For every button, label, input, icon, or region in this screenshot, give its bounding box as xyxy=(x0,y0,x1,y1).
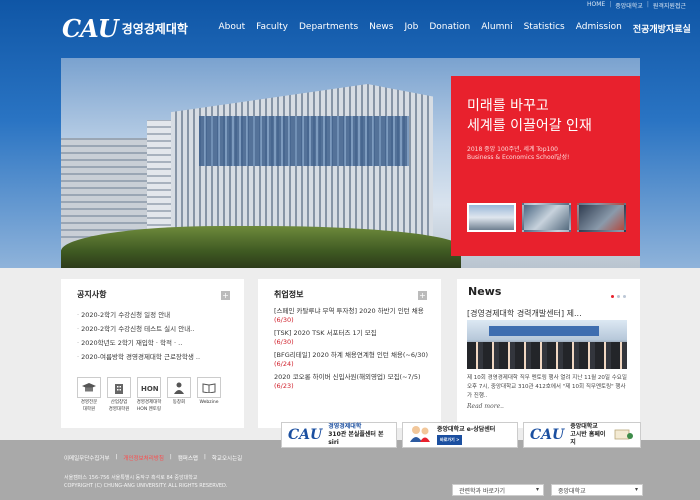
shortcut-tag: 바로가기 > xyxy=(437,434,463,445)
notice-item[interactable]: 2020-여름방학 경영경제대학 근로장학생 .. xyxy=(77,350,200,364)
college-name: 경영경제대학 xyxy=(121,22,188,36)
utility-links: HOME | 중앙대학교 | 원격지원접근 xyxy=(587,1,686,10)
main-nav: About Faculty Departments News Job Donat… xyxy=(213,22,696,35)
job-title: 취업정보 xyxy=(274,290,304,299)
graduation-cap-icon xyxy=(77,377,101,398)
pager-dot[interactable] xyxy=(617,295,620,298)
nav-alumni[interactable]: Alumni xyxy=(476,22,518,35)
related-dept-select[interactable]: 관련학과 바로가기 ▾ xyxy=(452,484,544,496)
news-body: 제 10회 경영경제대학 직무 멘토링 행사 열려 지난 11월 20일 수요일… xyxy=(467,375,627,399)
hero-thumb-2[interactable] xyxy=(522,203,571,232)
quick-links: 경영전문 대학원 산업창업 경영대학원 HON 경영경제대학 HON 멘토링 동… xyxy=(76,377,222,412)
home-link[interactable]: HOME xyxy=(587,1,605,10)
job-panel: 취업정보 + [스페인 카탈루냐 무역 투자청] 2020 하반기 인턴 채용(… xyxy=(258,279,441,428)
news-photo-banner xyxy=(489,326,599,336)
site-logo[interactable]: CAU 경영경제대학 xyxy=(62,14,188,43)
promo-headline-1: 미래를 바꾸고 xyxy=(467,98,549,114)
nav-news[interactable]: News xyxy=(364,22,399,35)
news-read-more[interactable]: Read more.. xyxy=(467,403,504,410)
cau-select[interactable]: 중앙대학교 ▾ xyxy=(551,484,643,496)
nav-major-resources[interactable]: 전공개방자료실 xyxy=(627,22,696,35)
news-headline[interactable]: [경영경제대학 경력개발센터] 제... xyxy=(467,308,627,319)
quick-link-industry-school[interactable]: 산업창업 경영대학원 xyxy=(106,377,132,412)
promo-headline-2: 세계를 이끌어갈 인재 xyxy=(467,118,592,134)
hero-thumb-3[interactable] xyxy=(577,203,626,232)
footer-link-privacy[interactable]: 개인정보처리방침 xyxy=(123,454,163,462)
hero-trees xyxy=(61,226,461,268)
cau-logo-mark: CAU xyxy=(530,427,565,443)
quick-link-graduate-school[interactable]: 경영전문 대학원 xyxy=(76,377,102,412)
book-icon xyxy=(197,377,221,398)
hon-icon: HON xyxy=(137,377,161,398)
notice-more-icon[interactable]: + xyxy=(221,291,230,300)
person-icon xyxy=(167,377,191,398)
footer-link-email[interactable]: 이메일무단수집거부 xyxy=(64,454,110,462)
notice-item[interactable]: 2020-2학기 수강신청 일정 안내 xyxy=(77,308,200,322)
notice-list: 2020-2학기 수강신청 일정 안내 2020-2학기 수강신청 테스트 실시… xyxy=(77,308,200,364)
job-item[interactable]: [BFG리테일] 2020 하계 채용연계형 인턴 채용(~6/30) (6/24… xyxy=(274,351,429,369)
notice-item[interactable]: 2020학년도 2학기 재입학 · 학적 · .. xyxy=(77,336,200,350)
quick-link-hon-mentoring[interactable]: HON 경영경제대학 HON 멘토링 xyxy=(136,377,162,412)
notice-title: 공지사항 xyxy=(77,290,107,299)
quick-link-webzine[interactable]: Webzine xyxy=(196,377,222,412)
quick-link-alumni[interactable]: 동창회 xyxy=(166,377,192,412)
job-item[interactable]: 2020 코오롱 하이버 신입사원(해외영업) 모집(~7/5) (6/23) xyxy=(274,373,429,391)
notice-item[interactable]: 2020-2학기 수강신청 테스트 실시 안내.. xyxy=(77,322,200,336)
notice-panel: 공지사항 + 2020-2학기 수강신청 일정 안내 2020-2학기 수강신청… xyxy=(61,279,244,428)
nav-admission[interactable]: Admission xyxy=(570,22,627,35)
news-panel: News [경영경제대학 경력개발센터] 제... 제 10회 경영경제대학 직… xyxy=(457,279,640,428)
job-item[interactable]: [스페인 카탈루냐 무역 투자청] 2020 하반기 인턴 채용 (6/30) xyxy=(274,307,429,325)
job-item[interactable]: [TSK] 2020 TSK 서포터즈 1기 모집 (6/30) xyxy=(274,329,429,347)
chevron-down-icon: ▾ xyxy=(535,486,539,493)
footer-links: 이메일무단수집거부 | 개인정보처리방침 | 캠퍼스맵 | 학교오시는길 xyxy=(64,454,243,462)
footer-link-campus-map[interactable]: 캠퍼스맵 xyxy=(178,454,198,462)
hero-building-glass xyxy=(199,116,409,166)
hero-thumb-1[interactable] xyxy=(467,203,516,232)
nav-faculty[interactable]: Faculty xyxy=(251,22,294,35)
cau-logo-mark: CAU xyxy=(62,14,119,43)
promo-subtext: 2018 중앙 100주년, 세계 Top100 Business & Econ… xyxy=(467,146,570,161)
job-more-icon[interactable]: + xyxy=(418,291,427,300)
nav-about[interactable]: About xyxy=(213,22,251,35)
nav-donation[interactable]: Donation xyxy=(424,22,476,35)
diploma-icon xyxy=(614,426,634,445)
nav-departments[interactable]: Departments xyxy=(293,22,363,35)
chevron-down-icon: ▾ xyxy=(634,486,638,493)
hero-banner: 미래를 바꾸고 세계를 이끌어갈 인재 2018 중앙 100주년, 세계 To… xyxy=(61,58,640,268)
remote-support-link[interactable]: 원격지원접근 xyxy=(653,1,686,10)
news-pager xyxy=(611,295,626,298)
building-icon xyxy=(107,377,131,398)
news-photo-people xyxy=(467,342,627,369)
banner-consulting-center[interactable]: CAU 경영경제대학 310관 본실플센터 본siri xyxy=(281,422,397,448)
hero-thumbnails xyxy=(467,203,626,232)
nav-job[interactable]: Job xyxy=(399,22,424,35)
cau-logo-mark: CAU xyxy=(288,427,323,443)
hero-building-left xyxy=(61,138,151,243)
footer-link-directions[interactable]: 학교오시는길 xyxy=(212,454,242,462)
counselor-icon xyxy=(409,424,431,446)
news-photo[interactable] xyxy=(467,320,627,369)
job-list: [스페인 카탈루냐 무역 투자청] 2020 하반기 인턴 채용 (6/30) [… xyxy=(274,307,429,395)
nav-statistics[interactable]: Statistics xyxy=(518,22,570,35)
pager-dot-active[interactable] xyxy=(611,295,614,298)
footer-address: 서울캠퍼스 156-756 서울특별시 동작구 흑석로 84 중앙대학교 COP… xyxy=(64,475,228,489)
cau-link[interactable]: 중앙대학교 xyxy=(615,1,643,10)
banner-e-counseling[interactable]: 중앙대학교 e-상담센터 바로가기 > xyxy=(402,422,518,448)
svg-text:HON: HON xyxy=(141,385,158,393)
news-title: News xyxy=(468,285,502,298)
hero-promo-box: 미래를 바꾸고 세계를 이끌어갈 인재 2018 중앙 100주년, 세계 To… xyxy=(451,76,640,256)
banner-exam-class[interactable]: CAU 중앙대학교 고시반 홈페이지 xyxy=(523,422,641,448)
pager-dot[interactable] xyxy=(623,295,626,298)
